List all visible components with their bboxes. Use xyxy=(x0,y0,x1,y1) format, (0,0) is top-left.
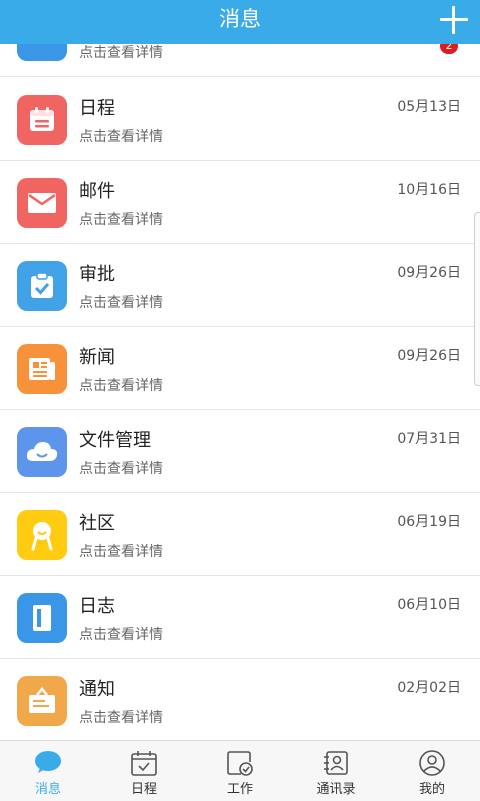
message-list: 点击查看详情 2 日程 点击查看详情 05月13日 邮件 点击查看详情 10月1… xyxy=(0,0,480,740)
notice-board-icon xyxy=(17,676,67,726)
item-name: 通知 xyxy=(79,679,115,700)
item-subtitle: 点击查看详情 xyxy=(79,295,163,311)
item-name: 日志 xyxy=(79,596,115,617)
item-name: 日程 xyxy=(79,98,115,119)
list-item[interactable]: 日程 点击查看详情 05月13日 xyxy=(0,78,480,161)
app-header: 消息 xyxy=(0,0,480,44)
tab-label: 消息 xyxy=(34,782,61,797)
add-icon[interactable] xyxy=(440,6,468,34)
tab-label: 我的 xyxy=(418,782,445,797)
list-item[interactable]: 通知 点击查看详情 02月02日 xyxy=(0,659,480,740)
page-title: 消息 xyxy=(219,7,261,31)
tab-label: 工作 xyxy=(226,782,253,797)
tab-me[interactable]: 我的 xyxy=(384,741,480,801)
clipboard-check-icon xyxy=(17,261,67,311)
tab-contacts[interactable]: 通讯录 xyxy=(288,741,384,801)
item-date: 09月26日 xyxy=(397,265,461,281)
item-name: 社区 xyxy=(79,513,115,534)
list-item[interactable]: 新闻 点击查看详情 09月26日 xyxy=(0,327,480,410)
item-subtitle: 点击查看详情 xyxy=(79,45,163,61)
chat-bubble-icon xyxy=(34,750,62,778)
item-date: 09月26日 xyxy=(397,348,461,364)
tab-label: 通讯录 xyxy=(316,782,356,797)
tab-work[interactable]: 工作 xyxy=(192,741,288,801)
calendar-icon xyxy=(17,95,67,145)
tab-label: 日程 xyxy=(130,782,157,797)
tab-schedule[interactable]: 日程 xyxy=(96,741,192,801)
mail-icon xyxy=(17,178,67,228)
item-name: 新闻 xyxy=(79,347,115,368)
item-subtitle: 点击查看详情 xyxy=(79,461,163,477)
list-item[interactable]: 日志 点击查看详情 06月10日 xyxy=(0,576,480,659)
tab-messages[interactable]: 消息 xyxy=(0,741,96,801)
item-subtitle: 点击查看详情 xyxy=(79,544,163,560)
item-subtitle: 点击查看详情 xyxy=(79,129,163,145)
item-date: 07月31日 xyxy=(397,431,461,447)
item-date: 05月13日 xyxy=(397,99,461,115)
item-date: 06月19日 xyxy=(397,514,461,530)
calendar-check-icon xyxy=(130,750,158,780)
item-date: 02月02日 xyxy=(397,680,461,696)
list-item[interactable]: 社区 点击查看详情 06月19日 xyxy=(0,493,480,576)
cloud-icon xyxy=(17,427,67,477)
item-subtitle: 点击查看详情 xyxy=(79,212,163,228)
item-date: 10月16日 xyxy=(397,182,461,198)
notebook-icon xyxy=(17,593,67,643)
user-icon xyxy=(418,750,446,780)
work-check-icon xyxy=(226,750,254,780)
item-subtitle: 点击查看详情 xyxy=(79,378,163,394)
list-item[interactable]: 文件管理 点击查看详情 07月31日 xyxy=(0,410,480,493)
newspaper-icon xyxy=(17,344,67,394)
bottom-tab-bar: 消息 日程 工作 通讯录 我的 xyxy=(0,740,480,801)
item-name: 文件管理 xyxy=(79,430,151,451)
item-subtitle: 点击查看详情 xyxy=(79,710,163,726)
item-name: 审批 xyxy=(79,264,115,285)
contacts-icon xyxy=(322,750,350,780)
item-name: 邮件 xyxy=(79,181,115,202)
list-item[interactable]: 邮件 点击查看详情 10月16日 xyxy=(0,161,480,244)
scroll-indicator[interactable] xyxy=(474,212,480,386)
community-icon xyxy=(17,510,67,560)
list-item[interactable]: 审批 点击查看详情 09月26日 xyxy=(0,244,480,327)
item-date: 06月10日 xyxy=(397,597,461,613)
item-subtitle: 点击查看详情 xyxy=(79,627,163,643)
